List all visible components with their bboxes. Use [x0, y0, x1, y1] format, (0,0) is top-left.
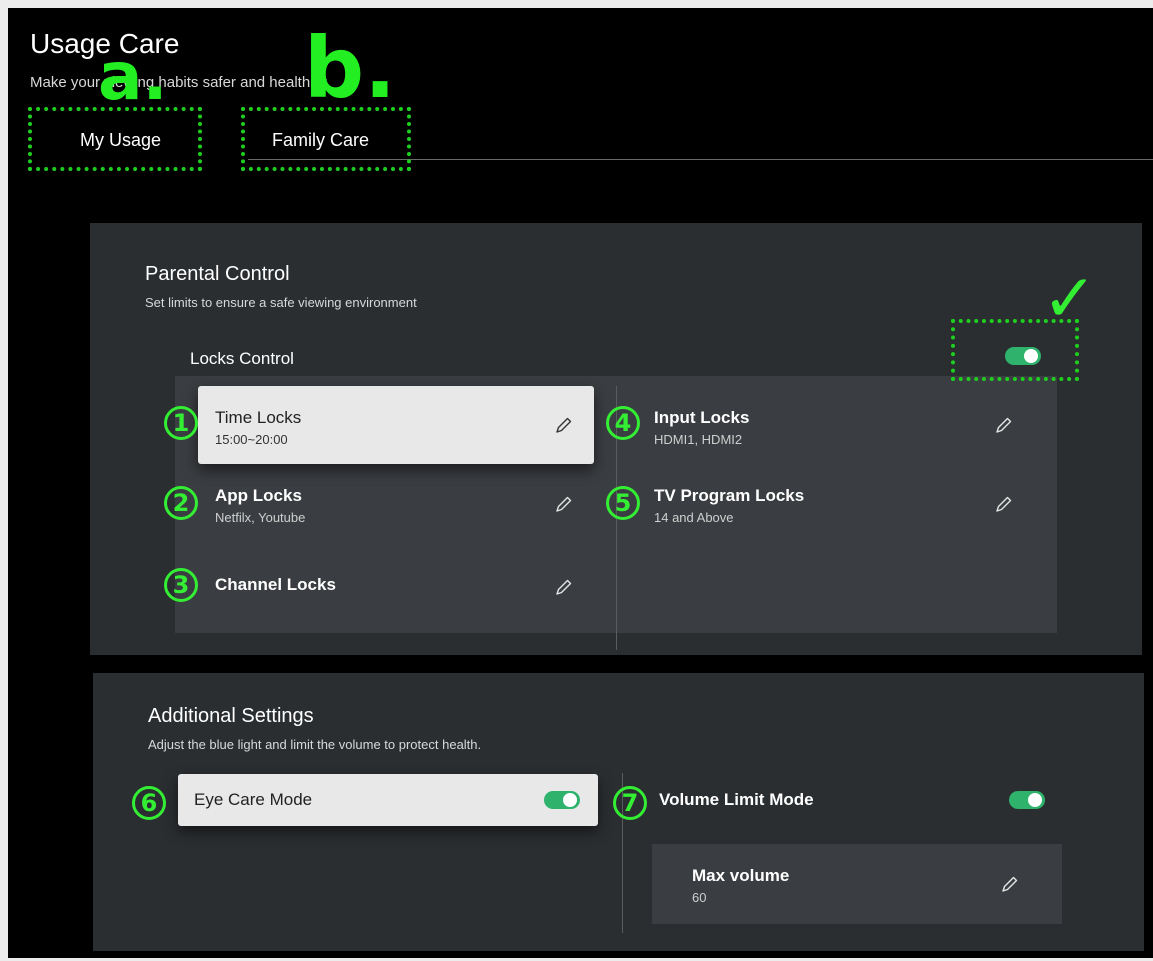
app-locks-value: Netfilx, Youtube [215, 510, 306, 525]
annotation-number-4: 4 [606, 406, 640, 440]
max-volume-label: Max volume [692, 866, 790, 885]
time-locks-item[interactable]: Time Locks 15:00~20:00 [198, 386, 594, 464]
annotation-label-b: b. [304, 19, 397, 117]
input-locks-item[interactable]: Input Locks HDMI1, HDMI2 [638, 386, 1038, 464]
volume-limit-mode-label: Volume Limit Mode [659, 790, 814, 809]
pencil-icon [556, 496, 572, 512]
toggle-knob [563, 793, 577, 807]
max-volume-item[interactable]: Max volume 60 [652, 844, 1062, 924]
app-locks-title: App Locks [215, 486, 302, 505]
input-locks-title: Input Locks [654, 408, 750, 427]
annotation-number-7: 7 [613, 786, 647, 820]
annotation-box-my-usage [28, 107, 202, 171]
time-locks-title: Time Locks [215, 408, 302, 427]
annotation-number-2: 2 [164, 486, 198, 520]
eye-care-mode-toggle[interactable] [544, 791, 580, 809]
eye-care-mode-item[interactable]: Eye Care Mode [178, 774, 598, 826]
annotation-box-family-care [241, 107, 411, 171]
annotation-number-1: 1 [164, 406, 198, 440]
pencil-icon [556, 417, 572, 433]
additional-settings-title: Additional Settings [148, 705, 314, 727]
pencil-icon [1002, 876, 1018, 892]
input-locks-value: HDMI1, HDMI2 [654, 432, 743, 447]
channel-locks-title: Channel Locks [215, 575, 336, 594]
locks-control-label: Locks Control [190, 349, 294, 368]
parental-control-card: Parental Control Set limits to ensure a … [90, 223, 1142, 655]
annotation-number-3: 3 [164, 568, 198, 602]
eye-care-mode-label: Eye Care Mode [194, 790, 313, 809]
pencil-icon [996, 496, 1012, 512]
parental-control-subtitle: Set limits to ensure a safe viewing envi… [145, 295, 417, 310]
channel-locks-item[interactable]: Channel Locks [198, 559, 594, 619]
annotation-number-6: 6 [132, 786, 166, 820]
additional-settings-subtitle: Adjust the blue light and limit the volu… [148, 737, 482, 752]
page-subtitle: Make your viewing habits safer and healt… [30, 74, 331, 91]
volume-limit-mode-item[interactable]: Volume Limit Mode [645, 774, 1065, 826]
volume-limit-mode-toggle[interactable] [1009, 791, 1045, 809]
pencil-icon [996, 417, 1012, 433]
annotation-number-5: 5 [606, 486, 640, 520]
toggle-knob [1028, 793, 1042, 807]
annotation-label-a: a. [98, 38, 168, 115]
parental-control-title: Parental Control [145, 263, 290, 285]
check-icon: ✓ [1042, 260, 1098, 337]
tv-program-locks-title: TV Program Locks [654, 486, 805, 505]
pencil-icon [556, 579, 572, 595]
app-locks-item[interactable]: App Locks Netfilx, Youtube [198, 468, 594, 534]
tv-program-locks-item[interactable]: TV Program Locks 14 and Above [638, 468, 1038, 534]
time-locks-value: 15:00~20:00 [215, 432, 288, 447]
tv-screen: Usage Care Make your viewing habits safe… [8, 8, 1153, 958]
max-volume-value: 60 [692, 890, 707, 905]
tv-program-locks-value: 14 and Above [654, 510, 734, 525]
